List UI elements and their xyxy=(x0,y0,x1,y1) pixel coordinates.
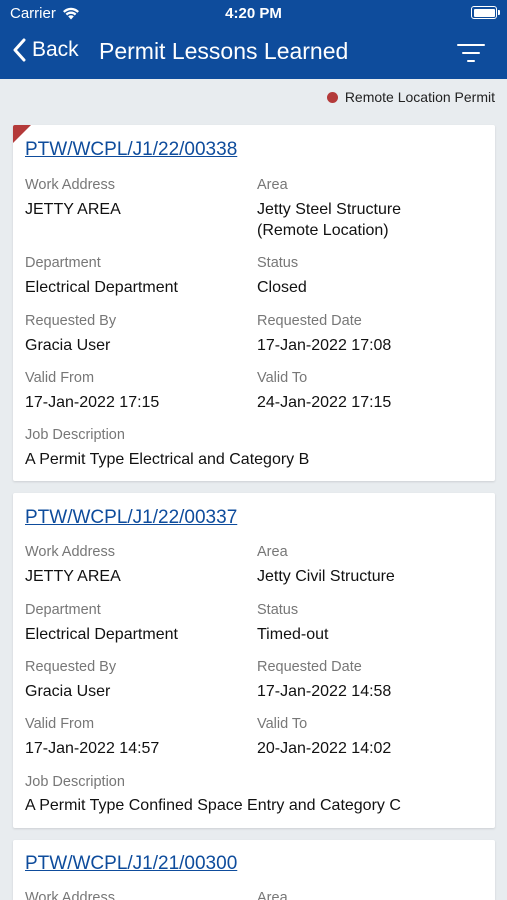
work-address-label: Work Address xyxy=(25,544,115,560)
valid-from-label: Valid From xyxy=(25,370,95,386)
status-value: Timed-out xyxy=(257,626,329,643)
valid-to-value: 24-Jan-2022 17:15 xyxy=(257,394,392,411)
permit-number-link[interactable]: PTW/WCPL/J1/22/00337 xyxy=(25,507,237,529)
requested-date-label: Requested Date xyxy=(257,659,362,675)
department-label: Department xyxy=(25,602,101,618)
department-value: Electrical Department xyxy=(25,279,178,296)
status-bar: Carrier 4:20 PM xyxy=(0,0,507,26)
valid-from-value: 17-Jan-2022 17:15 xyxy=(25,394,160,411)
requested-date-label: Requested Date xyxy=(257,313,362,329)
work-address-label: Work Address xyxy=(25,890,115,900)
requested-by-label: Requested By xyxy=(25,313,117,329)
navigation-bar: Back Permit Lessons Learned xyxy=(0,26,507,79)
requested-by-value: Gracia User xyxy=(25,337,111,354)
job-description-label: Job Description xyxy=(25,774,125,790)
permit-card[interactable]: PTW/WCPL/J1/22/00338 Work Address Area J… xyxy=(13,125,495,481)
valid-to-label: Valid To xyxy=(257,370,308,386)
battery-icon xyxy=(471,6,500,19)
status-value: Closed xyxy=(257,279,307,296)
department-value: Electrical Department xyxy=(25,626,178,643)
area-label: Area xyxy=(257,544,288,560)
valid-from-value: 17-Jan-2022 14:57 xyxy=(25,740,160,757)
area-label: Area xyxy=(257,890,288,900)
permit-number-link[interactable]: PTW/WCPL/J1/21/00300 xyxy=(25,853,237,875)
valid-from-label: Valid From xyxy=(25,716,95,732)
job-description-value: A Permit Type Confined Space Entry and C… xyxy=(25,797,401,814)
work-address-value: JETTY AREA xyxy=(25,201,121,218)
department-label: Department xyxy=(25,255,101,271)
requested-by-label: Requested By xyxy=(25,659,117,675)
permit-card[interactable]: PTW/WCPL/J1/21/00300 Work Address Area xyxy=(13,840,495,900)
page-title: Permit Lessons Learned xyxy=(99,38,349,64)
area-value-line2: (Remote Location) xyxy=(257,222,389,239)
permit-number-link[interactable]: PTW/WCPL/J1/22/00338 xyxy=(25,139,237,161)
job-description-value: A Permit Type Electrical and Category B xyxy=(25,451,310,468)
remote-location-dot-icon xyxy=(326,91,338,103)
legend-label: Remote Location Permit xyxy=(344,89,495,105)
back-label: Back xyxy=(32,38,79,61)
work-address-value: JETTY AREA xyxy=(25,568,121,585)
permit-card[interactable]: PTW/WCPL/J1/22/00337 Work Address Area J… xyxy=(13,493,495,828)
requested-by-value: Gracia User xyxy=(25,683,111,700)
chevron-left-icon xyxy=(13,38,26,62)
legend: Remote Location Permit xyxy=(326,89,495,105)
valid-to-label: Valid To xyxy=(257,716,308,732)
clock: 4:20 PM xyxy=(225,5,282,22)
job-description-label: Job Description xyxy=(25,427,125,443)
back-button[interactable]: Back xyxy=(12,38,79,62)
requested-date-value: 17-Jan-2022 17:08 xyxy=(257,337,392,354)
valid-to-value: 20-Jan-2022 14:02 xyxy=(257,740,392,757)
area-label: Area xyxy=(257,177,288,193)
status-label: Status xyxy=(257,602,299,618)
requested-date-value: 17-Jan-2022 14:58 xyxy=(257,683,392,700)
filter-icon[interactable] xyxy=(457,42,485,64)
area-value-line1: Jetty Civil Structure xyxy=(257,568,395,585)
area-value-line1: Jetty Steel Structure xyxy=(257,201,402,218)
status-label: Status xyxy=(257,255,299,271)
work-address-label: Work Address xyxy=(25,177,115,193)
